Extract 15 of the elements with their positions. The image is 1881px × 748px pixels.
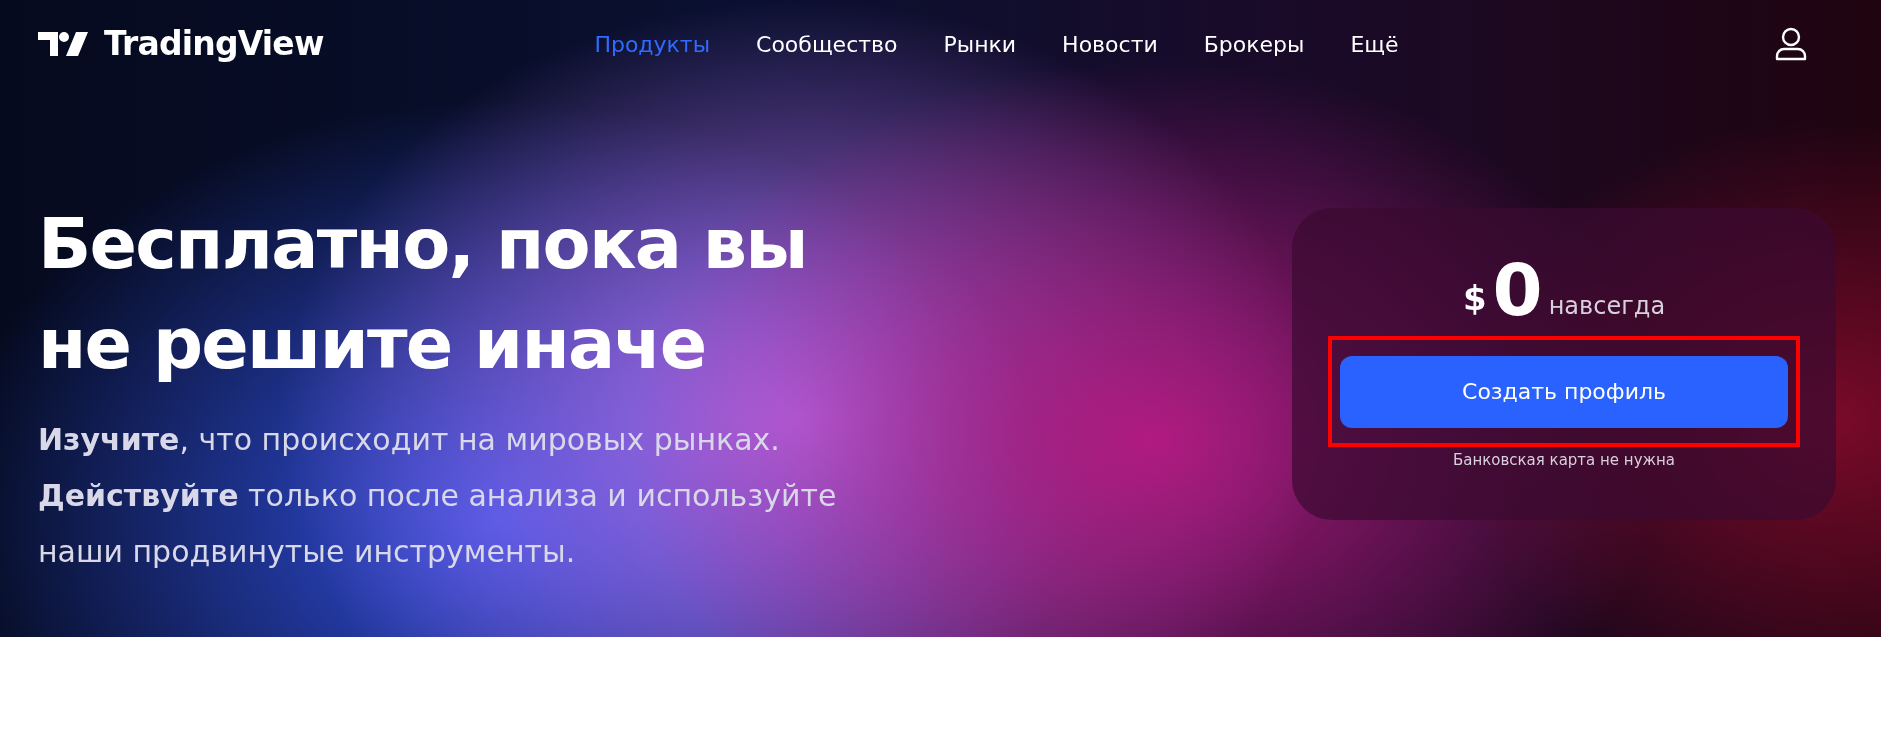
nav-link[interactable]: Рынки (943, 27, 1017, 61)
hero-title: Бесплатно, пока вы не решите иначе (38, 202, 808, 387)
price-period: навсегда (1548, 291, 1666, 322)
nav-link[interactable]: Сообщество (756, 27, 898, 61)
user-icon[interactable] (1775, 27, 1807, 61)
currency-symbol: $ (1462, 277, 1487, 320)
logo-text[interactable]: TradingView (104, 19, 324, 69)
card-note: Банковская карта не нужна (1452, 450, 1676, 471)
create-profile-button[interactable]: Создать профиль (1340, 355, 1788, 428)
nav-link[interactable]: Ещё (1350, 27, 1399, 61)
price: 0 (1492, 254, 1543, 326)
hero-description: Изучите, что происходит на мировых рынках. Действуйте только после анализа и используйте наши продвинутые инструменты. (38, 421, 837, 571)
nav-link[interactable]: Новости (1062, 27, 1158, 61)
nav-link[interactable]: Брокеры (1203, 27, 1305, 61)
nav-link[interactable]: Продукты (594, 27, 711, 61)
